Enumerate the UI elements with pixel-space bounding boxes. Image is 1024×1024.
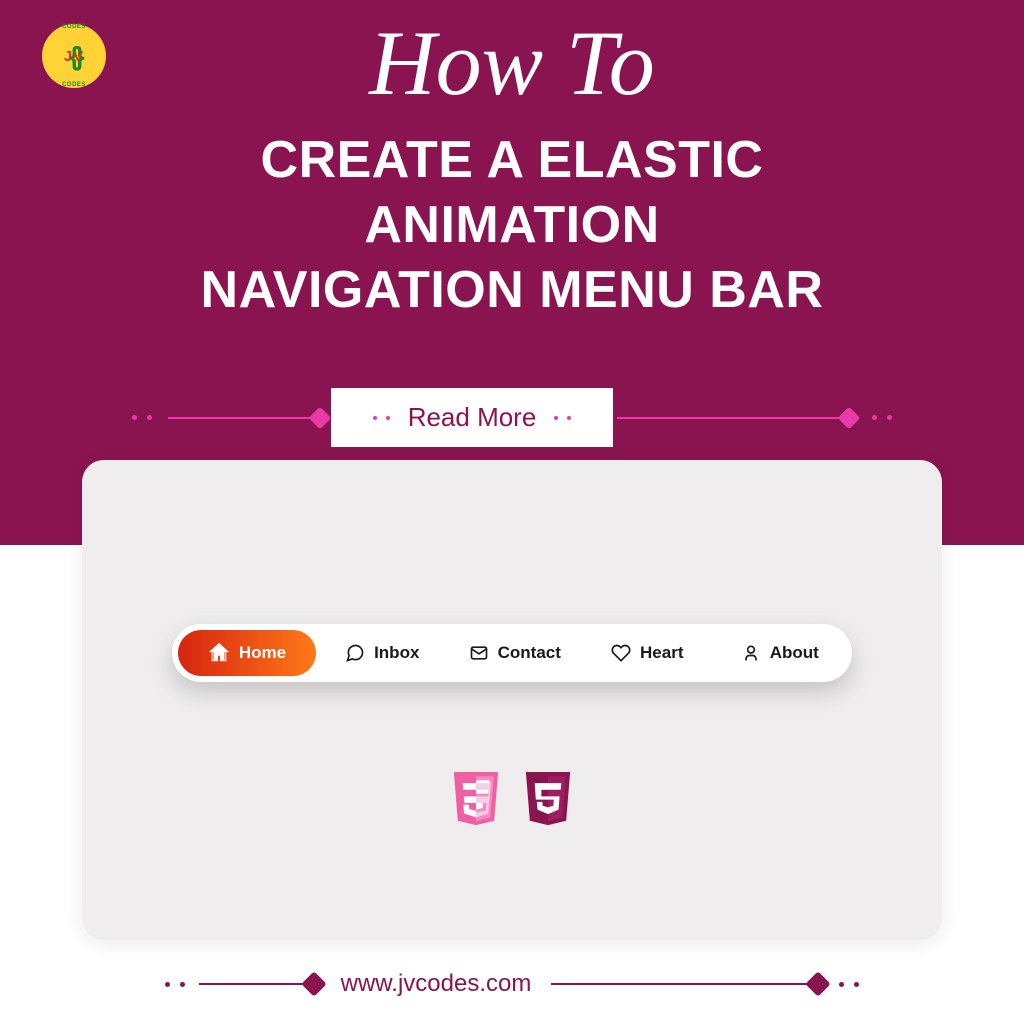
- footer: www.jvcodes.com: [0, 970, 1024, 998]
- logo-initials: JV: [64, 48, 84, 65]
- heading-line-2: ANIMATION: [0, 193, 1024, 258]
- nav-label: Home: [239, 643, 286, 663]
- nav-item-home[interactable]: Home: [178, 630, 316, 676]
- logo-caption-top: CODES: [62, 24, 86, 30]
- footer-line-right: [551, 983, 811, 985]
- divider-line-right: [617, 417, 842, 419]
- css3-icon: [521, 772, 575, 834]
- read-more-label: Read More: [408, 402, 537, 433]
- logo-caption-bottom: CODES: [62, 82, 86, 88]
- footer-diamond-left-icon: [301, 971, 326, 996]
- brand-logo: CODES { } JV CODES: [42, 24, 106, 88]
- nav-item-heart[interactable]: Heart: [581, 630, 714, 676]
- user-icon: [741, 643, 761, 663]
- heading-line-1: CREATE A ELASTIC: [0, 128, 1024, 193]
- heart-icon: [611, 643, 631, 663]
- nav-label: Contact: [498, 643, 561, 663]
- nav-label: Heart: [640, 643, 683, 663]
- heading-line-3: NAVIGATION MENU BAR: [0, 258, 1024, 323]
- footer-dots-left-icon: [165, 982, 185, 987]
- nav-item-inbox[interactable]: Inbox: [316, 630, 449, 676]
- mail-icon: [469, 643, 489, 663]
- html5-icon: [449, 772, 503, 834]
- footer-line-left: [199, 983, 307, 985]
- tech-icons: [449, 772, 575, 834]
- nav-item-contact[interactable]: Contact: [449, 630, 582, 676]
- btn-dots-left-icon: [373, 416, 390, 420]
- dots-left-icon: [132, 415, 152, 420]
- page-title: CREATE A ELASTIC ANIMATION NAVIGATION ME…: [0, 128, 1024, 323]
- nav-label: Inbox: [374, 643, 419, 663]
- diamond-left-icon: [308, 406, 331, 429]
- btn-dots-right-icon: [554, 416, 571, 420]
- footer-url[interactable]: www.jvcodes.com: [341, 970, 532, 998]
- cta-divider: Read More: [0, 388, 1024, 447]
- chat-icon: [345, 643, 365, 663]
- nav-item-about[interactable]: About: [714, 630, 847, 676]
- nav-label: About: [770, 643, 819, 663]
- script-title: How To: [369, 10, 655, 116]
- diamond-right-icon: [838, 406, 861, 429]
- footer-dots-right-icon: [839, 982, 859, 987]
- nav-bar: Home Inbox Contact Heart About: [172, 624, 852, 682]
- footer-diamond-right-icon: [806, 971, 831, 996]
- divider-line-left: [168, 417, 313, 419]
- preview-card: Home Inbox Contact Heart About: [82, 460, 942, 940]
- dots-right-icon: [872, 415, 892, 420]
- read-more-button[interactable]: Read More: [331, 388, 614, 447]
- home-icon: [208, 642, 230, 664]
